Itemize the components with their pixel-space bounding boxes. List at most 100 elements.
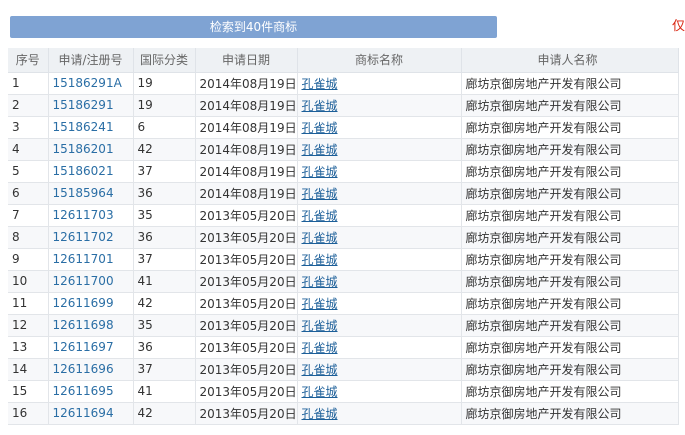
applicant-cell: 廊坊京御房地产开发有限公司 bbox=[461, 94, 679, 117]
class-cell: 42 bbox=[133, 292, 196, 315]
table-row[interactable]: 10 12611700 41 2013年05月20日 孔雀城 廊坊京御房地产开发有限公司 bbox=[8, 270, 679, 293]
table-row[interactable]: 3 15186241 6 2014年08月19日 孔雀城 廊坊京御房地产开发有限公司 bbox=[8, 116, 679, 139]
reg-no-link[interactable]: 12611700 bbox=[53, 274, 114, 288]
mark-name-link[interactable]: 孔雀城 bbox=[302, 209, 338, 223]
reg-no-cell: 12611701 bbox=[48, 248, 134, 271]
reg-no-link[interactable]: 12611699 bbox=[53, 296, 114, 310]
reg-no-link[interactable]: 12611697 bbox=[53, 340, 114, 354]
table-header-row: 序号 申请/注册号 国际分类 申请日期 商标名称 申请人名称 bbox=[8, 48, 679, 73]
reg-no-link[interactable]: 12611694 bbox=[53, 406, 114, 420]
class-cell: 36 bbox=[133, 182, 196, 205]
mark-name-link[interactable]: 孔雀城 bbox=[302, 297, 338, 311]
reg-no-link[interactable]: 12611701 bbox=[53, 252, 114, 266]
row-index: 15 bbox=[8, 380, 49, 403]
mark-name-link[interactable]: 孔雀城 bbox=[302, 77, 338, 91]
date-cell: 2014年08月19日 bbox=[195, 160, 298, 183]
date-cell: 2013年05月20日 bbox=[195, 314, 298, 337]
mark-name-link[interactable]: 孔雀城 bbox=[302, 363, 338, 377]
mark-name-link[interactable]: 孔雀城 bbox=[302, 165, 338, 179]
table-row[interactable]: 15 12611695 41 2013年05月20日 孔雀城 廊坊京御房地产开发有限公司 bbox=[8, 380, 679, 403]
reg-no-cell: 12611698 bbox=[48, 314, 134, 337]
column-header-index[interactable]: 序号 bbox=[8, 48, 49, 73]
table-row[interactable]: 7 12611703 35 2013年05月20日 孔雀城 廊坊京御房地产开发有限公司 bbox=[8, 204, 679, 227]
date-cell: 2014年08月19日 bbox=[195, 94, 298, 117]
class-cell: 6 bbox=[133, 116, 196, 139]
result-count-button[interactable]: 检索到40件商标 bbox=[10, 16, 497, 38]
table-row[interactable]: 13 12611697 36 2013年05月20日 孔雀城 廊坊京御房地产开发有限公司 bbox=[8, 336, 679, 359]
table-row[interactable]: 12 12611698 35 2013年05月20日 孔雀城 廊坊京御房地产开发有限公司 bbox=[8, 314, 679, 337]
table-row[interactable]: 4 15186201 42 2014年08月19日 孔雀城 廊坊京御房地产开发有限公司 bbox=[8, 138, 679, 161]
mark-name-link[interactable]: 孔雀城 bbox=[302, 187, 338, 201]
row-index: 14 bbox=[8, 358, 49, 381]
mark-name-link[interactable]: 孔雀城 bbox=[302, 407, 338, 421]
table-row[interactable]: 5 15186021 37 2014年08月19日 孔雀城 廊坊京御房地产开发有限公司 bbox=[8, 160, 679, 183]
row-index: 10 bbox=[8, 270, 49, 293]
mark-name-link[interactable]: 孔雀城 bbox=[302, 253, 338, 267]
right-notice-text: 仅 bbox=[671, 19, 685, 34]
mark-name-link[interactable]: 孔雀城 bbox=[302, 319, 338, 333]
reg-no-link[interactable]: 15185964 bbox=[53, 186, 114, 200]
mark-name-link[interactable]: 孔雀城 bbox=[302, 231, 338, 245]
date-cell: 2013年05月20日 bbox=[195, 248, 298, 271]
row-index: 12 bbox=[8, 314, 49, 337]
reg-no-link[interactable]: 15186241 bbox=[53, 120, 114, 134]
reg-no-link[interactable]: 12611695 bbox=[53, 384, 114, 398]
date-cell: 2013年05月20日 bbox=[195, 292, 298, 315]
mark-name-link[interactable]: 孔雀城 bbox=[302, 275, 338, 289]
reg-no-link[interactable]: 15186291A bbox=[53, 76, 122, 90]
row-index: 2 bbox=[8, 94, 49, 117]
mark-cell: 孔雀城 bbox=[297, 314, 462, 337]
table-row[interactable]: 11 12611699 42 2013年05月20日 孔雀城 廊坊京御房地产开发有限公司 bbox=[8, 292, 679, 315]
column-header-date[interactable]: 申请日期 bbox=[195, 48, 298, 73]
table-row[interactable]: 2 15186291 19 2014年08月19日 孔雀城 廊坊京御房地产开发有限公司 bbox=[8, 94, 679, 117]
mark-cell: 孔雀城 bbox=[297, 72, 462, 95]
reg-no-link[interactable]: 15186291 bbox=[53, 98, 114, 112]
mark-cell: 孔雀城 bbox=[297, 292, 462, 315]
mark-name-link[interactable]: 孔雀城 bbox=[302, 121, 338, 135]
table-row[interactable]: 9 12611701 37 2013年05月20日 孔雀城 廊坊京御房地产开发有限公司 bbox=[8, 248, 679, 271]
mark-cell: 孔雀城 bbox=[297, 138, 462, 161]
mark-name-link[interactable]: 孔雀城 bbox=[302, 99, 338, 113]
reg-no-link[interactable]: 12611698 bbox=[53, 318, 114, 332]
column-header-mark[interactable]: 商标名称 bbox=[297, 48, 462, 73]
column-header-applicant[interactable]: 申请人名称 bbox=[461, 48, 679, 73]
applicant-cell: 廊坊京御房地产开发有限公司 bbox=[461, 204, 679, 227]
date-cell: 2014年08月19日 bbox=[195, 116, 298, 139]
mark-name-link[interactable]: 孔雀城 bbox=[302, 143, 338, 157]
mark-cell: 孔雀城 bbox=[297, 204, 462, 227]
results-toolbar: 检索到40件商标 仅 bbox=[0, 0, 685, 48]
applicant-cell: 廊坊京御房地产开发有限公司 bbox=[461, 116, 679, 139]
reg-no-link[interactable]: 12611696 bbox=[53, 362, 114, 376]
reg-no-link[interactable]: 12611703 bbox=[53, 208, 114, 222]
class-cell: 35 bbox=[133, 314, 196, 337]
mark-cell: 孔雀城 bbox=[297, 402, 462, 425]
table-row[interactable]: 8 12611702 36 2013年05月20日 孔雀城 廊坊京御房地产开发有限公司 bbox=[8, 226, 679, 249]
reg-no-link[interactable]: 15186201 bbox=[53, 142, 114, 156]
mark-cell: 孔雀城 bbox=[297, 116, 462, 139]
table-row[interactable]: 6 15185964 36 2014年08月19日 孔雀城 廊坊京御房地产开发有限公司 bbox=[8, 182, 679, 205]
table-row[interactable]: 1 15186291A 19 2014年08月19日 孔雀城 廊坊京御房地产开发有限公司 bbox=[8, 72, 679, 95]
table-row[interactable]: 14 12611696 37 2013年05月20日 孔雀城 廊坊京御房地产开发有限公司 bbox=[8, 358, 679, 381]
row-index: 4 bbox=[8, 138, 49, 161]
reg-no-link[interactable]: 15186021 bbox=[53, 164, 114, 178]
applicant-cell: 廊坊京御房地产开发有限公司 bbox=[461, 358, 679, 381]
table-row[interactable]: 16 12611694 42 2013年05月20日 孔雀城 廊坊京御房地产开发有限公司 bbox=[8, 402, 679, 425]
reg-no-cell: 15186241 bbox=[48, 116, 134, 139]
applicant-cell: 廊坊京御房地产开发有限公司 bbox=[461, 182, 679, 205]
reg-no-cell: 15186291A bbox=[48, 72, 134, 95]
reg-no-cell: 12611695 bbox=[48, 380, 134, 403]
mark-name-link[interactable]: 孔雀城 bbox=[302, 385, 338, 399]
mark-cell: 孔雀城 bbox=[297, 182, 462, 205]
row-index: 13 bbox=[8, 336, 49, 359]
date-cell: 2014年08月19日 bbox=[195, 138, 298, 161]
mark-cell: 孔雀城 bbox=[297, 248, 462, 271]
mark-name-link[interactable]: 孔雀城 bbox=[302, 341, 338, 355]
date-cell: 2013年05月20日 bbox=[195, 270, 298, 293]
row-index: 8 bbox=[8, 226, 49, 249]
reg-no-cell: 15186021 bbox=[48, 160, 134, 183]
date-cell: 2013年05月20日 bbox=[195, 204, 298, 227]
reg-no-link[interactable]: 12611702 bbox=[53, 230, 114, 244]
column-header-class[interactable]: 国际分类 bbox=[133, 48, 196, 73]
column-header-reg-no[interactable]: 申请/注册号 bbox=[48, 48, 134, 73]
applicant-cell: 廊坊京御房地产开发有限公司 bbox=[461, 336, 679, 359]
